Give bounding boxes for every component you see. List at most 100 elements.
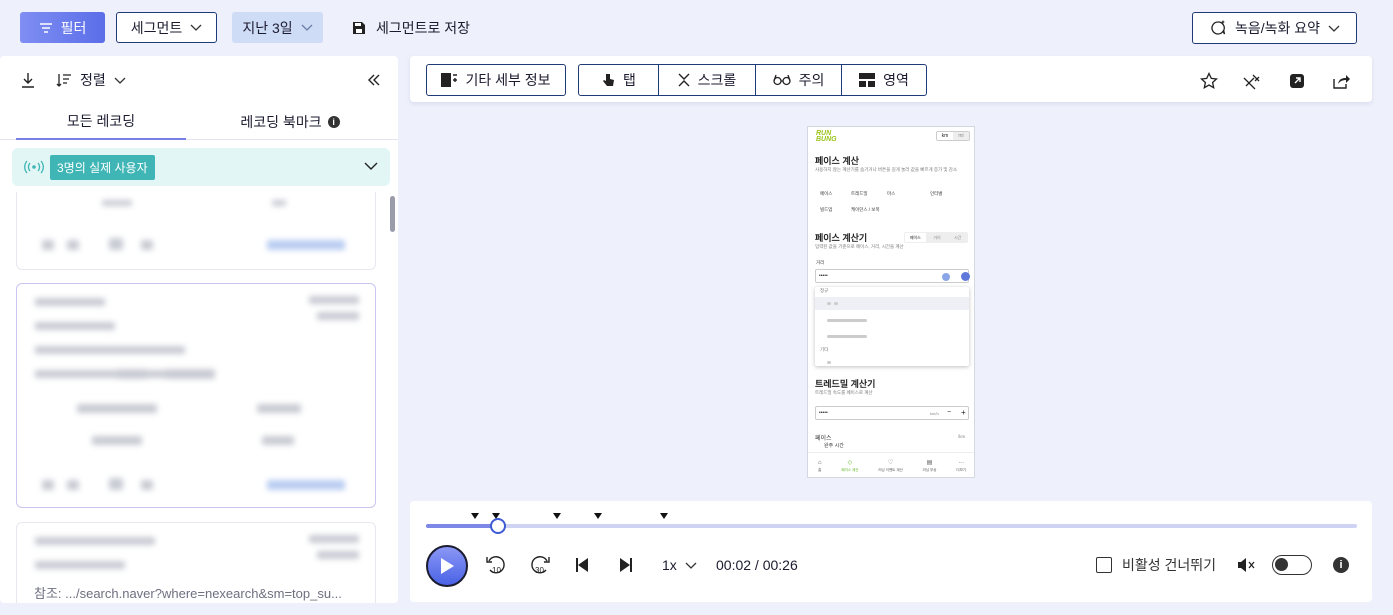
bottom-nav: ⌂ 홈 ◇ 페이스 계산 ♡ 러닝 이벤트 계산 ▤ 러닝 부상 ··· 더보기 (808, 452, 974, 477)
tab-all-recordings[interactable]: 모든 레코딩 (16, 104, 186, 140)
segment-dropdown[interactable]: 세그먼트 (116, 12, 217, 43)
recording-summary-label: 녹음/녹화 요약 (1234, 20, 1321, 36)
details-button[interactable]: 기타 세부 정보 (426, 64, 566, 96)
play-icon (441, 558, 454, 574)
rewind-10-icon: 10 (486, 556, 505, 575)
segment-label: 세그먼트 (130, 19, 183, 36)
real-users-filter[interactable]: 3명의 실제 사용자 (12, 148, 390, 186)
chip: 페이스 (820, 191, 833, 196)
pace-calc-title: 페이스 계산 (815, 156, 859, 166)
open-external-icon[interactable] (1286, 70, 1308, 92)
filter-button[interactable]: 필터 (20, 12, 105, 43)
skip-inactive-checkbox[interactable] (1096, 557, 1112, 573)
autoplay-toggle[interactable] (1272, 553, 1312, 577)
skip-previous-icon (576, 558, 588, 572)
session-replay-viewport[interactable]: RUN BUNG km mi 페이스 계산 사용하지 않는 계산기를 숨기거나 버… (807, 126, 975, 478)
recordings-panel: 정렬 모든 레코딩 레코딩 북마크 i 3명의 실제 사용자 참조: .../s… (0, 56, 398, 603)
glasses-icon (772, 74, 791, 86)
chevron-down-icon (685, 562, 697, 569)
tap-mode-button[interactable]: 탭 (579, 65, 659, 95)
mute-button[interactable] (1236, 553, 1256, 577)
save-icon (353, 21, 365, 34)
date-range-dropdown[interactable]: 지난 3일 (232, 12, 323, 43)
share-icon[interactable] (1330, 70, 1352, 92)
info-icon[interactable]: i (1332, 553, 1350, 577)
distance-dropdown: 정규 기타 (815, 287, 969, 366)
hide-pii-icon[interactable] (1241, 70, 1263, 92)
area-mode-button[interactable]: 영역 (842, 65, 926, 95)
recording-card[interactable] (16, 283, 376, 508)
filter-icon (39, 22, 52, 33)
nav-event: ♡ 러닝 이벤트 계산 (878, 460, 903, 472)
treadmill-input: ••••• km/h − + (815, 406, 969, 420)
live-signal-icon (24, 160, 44, 174)
chevron-down-icon (301, 24, 313, 31)
chevron-down-icon (1328, 25, 1340, 32)
top-toolbar: 필터 세그먼트 지난 3일 세그먼트로 저장 녹음/녹화 요약 (0, 0, 1393, 56)
unit-toggle: km mi (936, 131, 970, 141)
users-badge: 3명의 실제 사용자 (50, 154, 155, 180)
download-icon[interactable] (18, 70, 38, 90)
recording-card[interactable] (16, 192, 376, 270)
chip: 케이던스 / 보폭 (851, 207, 880, 212)
chevron-down-icon (364, 162, 378, 170)
nav-injury: ▤ 러닝 부상 (922, 460, 937, 472)
event-marker[interactable] (594, 513, 602, 519)
chip: 빌드업 (820, 207, 833, 212)
scrollbar-thumb[interactable] (390, 196, 395, 232)
distance-label: 거리 (816, 260, 825, 265)
star-icon[interactable] (1198, 70, 1220, 92)
nav-more: ··· 더보기 (956, 459, 967, 472)
treadmill-desc: 트레드밀 속도를 페이스로 계산 (815, 390, 873, 395)
forward-button[interactable]: 30 (528, 553, 552, 577)
details-panel-icon (441, 73, 458, 87)
date-range-label: 지난 3일 (242, 19, 293, 36)
chip: 트레드밀 (851, 191, 868, 196)
save-segment-label: 세그먼트로 저장 (376, 19, 471, 36)
pace-calculator-desc: 입력된 값을 기준으로 페이스, 거리, 시간을 계산 (815, 244, 904, 249)
referrer-text: 참조: .../search.naver?where=nexearch&sm=t… (34, 586, 342, 601)
speed-dropdown[interactable]: 1x (662, 553, 697, 577)
playback-controls: 10 30 1x 00:02 / 00:26 비활성 건너뛰기 i (410, 501, 1372, 602)
info-icon[interactable]: i (327, 116, 340, 128)
sort-dropdown[interactable]: 정렬 (56, 69, 126, 91)
attention-mode-button[interactable]: 주의 (756, 65, 842, 95)
collapse-panel-icon[interactable] (364, 70, 384, 90)
tab-recording-bookmarks[interactable]: 레코딩 북마크 i (200, 104, 380, 140)
timeline-scrubber[interactable] (489, 518, 506, 534)
next-button[interactable] (616, 553, 636, 577)
filter-label: 필터 (60, 19, 87, 36)
skip-next-icon (620, 558, 632, 572)
distance-input: ••••• (815, 269, 970, 283)
pace-calculator-title: 페이스 계산기 (815, 233, 868, 243)
svg-text:10: 10 (492, 566, 501, 575)
event-marker[interactable] (553, 513, 561, 519)
skip-inactive-toggle[interactable]: 비활성 건너뛰기 (1096, 553, 1216, 577)
list-tools: 정렬 (0, 56, 398, 104)
nav-pace: ◇ 페이스 계산 (841, 460, 859, 472)
area-label: 영역 (883, 72, 909, 88)
event-marker[interactable] (471, 513, 479, 519)
event-marker[interactable] (660, 513, 668, 519)
chip: 마스 (887, 191, 896, 196)
chip: 인터벌 (930, 191, 943, 196)
rewind-button[interactable]: 10 (484, 553, 508, 577)
tap-label: 탭 (623, 72, 636, 88)
calc-mode-tabs: 페이스 거리 시간 (904, 232, 968, 243)
recording-summary-button[interactable]: 녹음/녹화 요약 (1192, 12, 1357, 44)
timeline-track[interactable] (426, 524, 1357, 528)
timeline-progress (426, 524, 498, 528)
save-segment-button[interactable]: 세그먼트로 저장 (352, 12, 482, 43)
sort-label: 정렬 (80, 72, 106, 88)
toggle-switch[interactable] (1272, 555, 1312, 575)
sort-icon (56, 74, 71, 87)
pace-unit: /km (958, 434, 966, 439)
play-button[interactable] (426, 545, 468, 587)
sparkle-chat-icon (1211, 20, 1226, 35)
scroll-mode-button[interactable]: 스크롤 (659, 65, 756, 95)
nav-home: ⌂ 홈 (817, 459, 822, 472)
chevron-down-icon (114, 77, 126, 84)
svg-text:30: 30 (535, 566, 544, 575)
previous-button[interactable] (572, 553, 592, 577)
attention-label: 주의 (798, 72, 825, 88)
